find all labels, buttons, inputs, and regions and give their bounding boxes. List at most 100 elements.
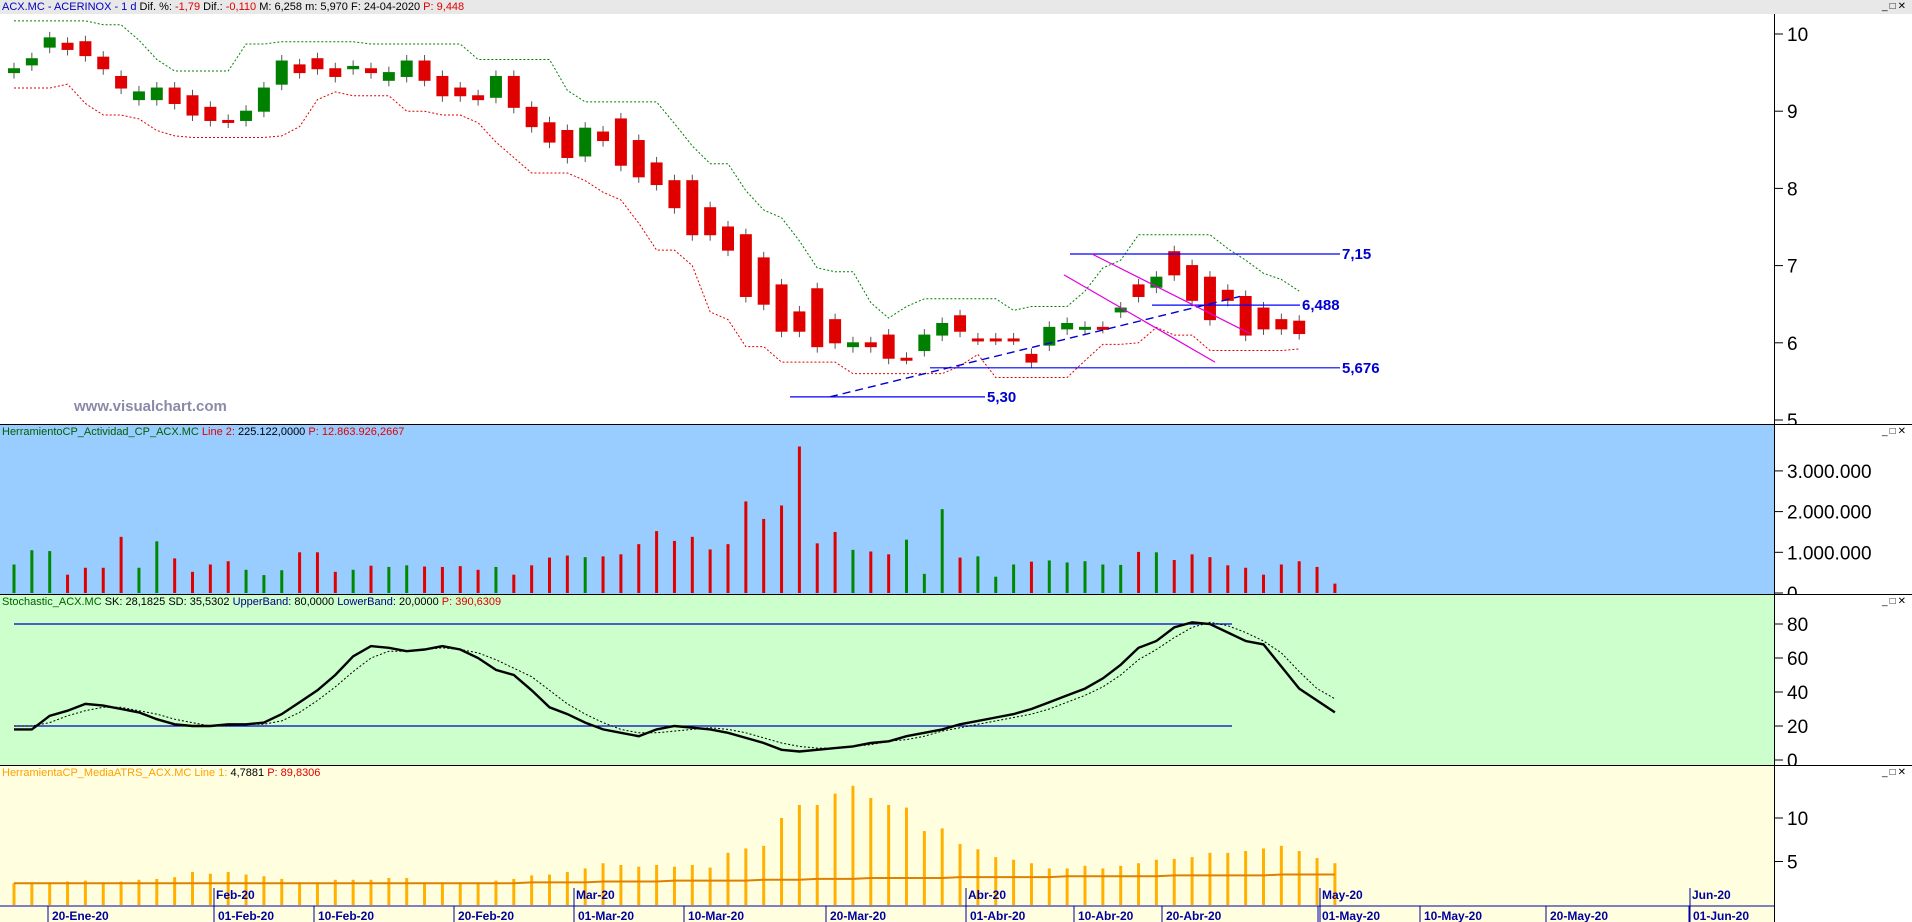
atr-window-controls: _□✕ <box>1882 767 1908 778</box>
day-label: 10-May-20 <box>1424 909 1482 922</box>
volume-bar <box>1297 561 1301 593</box>
volume-header: HerramientoCP_Actividad_CP_ACX.MC Line 2… <box>2 425 404 439</box>
sk-label: SK: <box>104 596 123 608</box>
dif-value: -0,110 <box>225 1 257 13</box>
candle <box>222 119 235 123</box>
volume-bar <box>672 540 676 593</box>
volume-bar <box>12 564 16 593</box>
volume-chart <box>12 446 1337 593</box>
volume-bar <box>797 446 801 593</box>
candle <box>61 42 74 50</box>
day-label: 10-Abr-20 <box>1078 909 1134 922</box>
stoch-tick-label: 20 <box>1787 717 1808 738</box>
volume-axis: 3.000.000 2.000.000 1.000.000 0 <box>1774 425 1912 594</box>
atr-chart: Feb-20 Mar-20 Abr-20 May-20 Jun-20 20-Ene-20 0… <box>0 785 1774 922</box>
stochastic-plot-area[interactable] <box>0 595 1774 765</box>
volume-bar <box>690 536 694 593</box>
stoch-sd-line <box>14 621 1336 749</box>
volume-bar <box>708 549 712 593</box>
minimize-icon[interactable]: _ <box>1882 767 1890 778</box>
candle <box>347 65 360 70</box>
candle <box>1132 284 1145 297</box>
atr-bar <box>780 818 784 905</box>
atr-bar <box>548 874 551 905</box>
minimize-icon[interactable]: _ <box>1882 1 1890 12</box>
atr-bar <box>1244 851 1248 905</box>
atr-plot-area[interactable]: Feb-20 Mar-20 Abr-20 May-20 Jun-20 20-Ene-20 0… <box>0 766 1774 922</box>
volume-bar <box>1047 560 1051 593</box>
maximize-icon[interactable]: □ <box>1890 767 1898 778</box>
price-header: ACX.MC - ACERINOX - 1 d Dif. %: -1,79 Di… <box>2 0 464 14</box>
price-plot-area[interactable]: 7,15 6,488 5,676 5,30 <box>0 0 1774 424</box>
candle <box>614 118 627 166</box>
candle <box>400 60 413 77</box>
atr-y-axis: 10 5 <box>1775 809 1808 874</box>
volume-bar <box>262 575 266 593</box>
volume-bar <box>637 544 641 593</box>
lower-band-label: LowerBand: <box>337 596 396 608</box>
volume-bar <box>119 536 123 593</box>
candle <box>793 311 806 332</box>
sk-value: 28,1825 <box>125 596 166 608</box>
atr-bar <box>1262 848 1265 905</box>
volume-bar <box>940 509 944 593</box>
maximize-icon[interactable]: □ <box>1890 426 1898 437</box>
stochastic-chart <box>14 621 1336 753</box>
level-label: 5,30 <box>987 389 1016 406</box>
atr-bar <box>1101 868 1105 905</box>
volume-bar <box>922 573 926 593</box>
close-icon[interactable]: ✕ <box>1898 1 1908 12</box>
volume-plot-area[interactable] <box>0 425 1774 594</box>
maximize-icon[interactable]: □ <box>1890 596 1898 607</box>
volume-bar <box>30 550 34 593</box>
candle <box>686 180 699 236</box>
stoch-indicator-name: Stochastic_ACX.MC <box>2 596 102 608</box>
price-panel: 7,15 6,488 5,676 5,30 10 9 8 7 6 5 ACX.MC - ACER… <box>0 0 1912 424</box>
atr-bar <box>833 793 837 905</box>
volume-bar <box>655 531 659 593</box>
price-tick-label: 5 <box>1787 411 1798 424</box>
minimize-icon[interactable]: _ <box>1882 426 1890 437</box>
day-label: 01-Feb-20 <box>218 909 274 922</box>
atr-bar <box>565 871 569 905</box>
upper-band-value: 80,0000 <box>294 596 335 608</box>
day-label: 10-Feb-20 <box>318 909 374 922</box>
volume-bar <box>583 557 587 593</box>
stoch-tick-label: 0 <box>1787 751 1798 765</box>
candle <box>525 106 538 128</box>
stochastic-panel: 80 60 40 20 0 Stochastic_ACX.MC SK: 28,1825 … <box>0 594 1912 765</box>
close-icon[interactable]: ✕ <box>1898 596 1908 607</box>
atr-bar <box>66 881 70 905</box>
level-label: 7,15 <box>1342 246 1371 263</box>
candle <box>704 207 717 236</box>
volume-bar <box>1119 564 1123 593</box>
atr-bar <box>476 882 480 905</box>
candle <box>132 91 145 101</box>
month-label: May-20 <box>1322 888 1363 902</box>
minimize-icon[interactable]: _ <box>1882 596 1890 607</box>
day-label: 01-Mar-20 <box>578 909 634 922</box>
atr-bar <box>458 882 462 905</box>
max-label: M: <box>259 1 272 13</box>
volume-bar <box>387 566 391 593</box>
candle <box>257 87 270 112</box>
volume-bar <box>565 555 569 593</box>
maximize-icon[interactable]: □ <box>1890 1 1898 12</box>
candle <box>846 342 859 348</box>
close-icon[interactable]: ✕ <box>1898 426 1908 437</box>
candle <box>864 342 877 348</box>
stochastic-header: Stochastic_ACX.MC SK: 28,1825 SD: 35,530… <box>2 595 501 609</box>
ticker-name: ACX.MC - ACERINOX <box>2 1 112 13</box>
price-tick-label: 6 <box>1787 334 1798 355</box>
atr-bar <box>101 882 105 905</box>
volume-bar <box>369 565 373 593</box>
price-p-value: 9,448 <box>436 1 465 13</box>
candle <box>1293 320 1306 335</box>
atr-bar <box>1119 865 1123 905</box>
volume-bar <box>1208 557 1212 593</box>
atr-bar <box>173 877 177 905</box>
day-label: 20-May-20 <box>1550 909 1608 922</box>
atr-bar <box>690 864 694 905</box>
close-icon[interactable]: ✕ <box>1898 767 1908 778</box>
volume-bar <box>1226 565 1230 593</box>
